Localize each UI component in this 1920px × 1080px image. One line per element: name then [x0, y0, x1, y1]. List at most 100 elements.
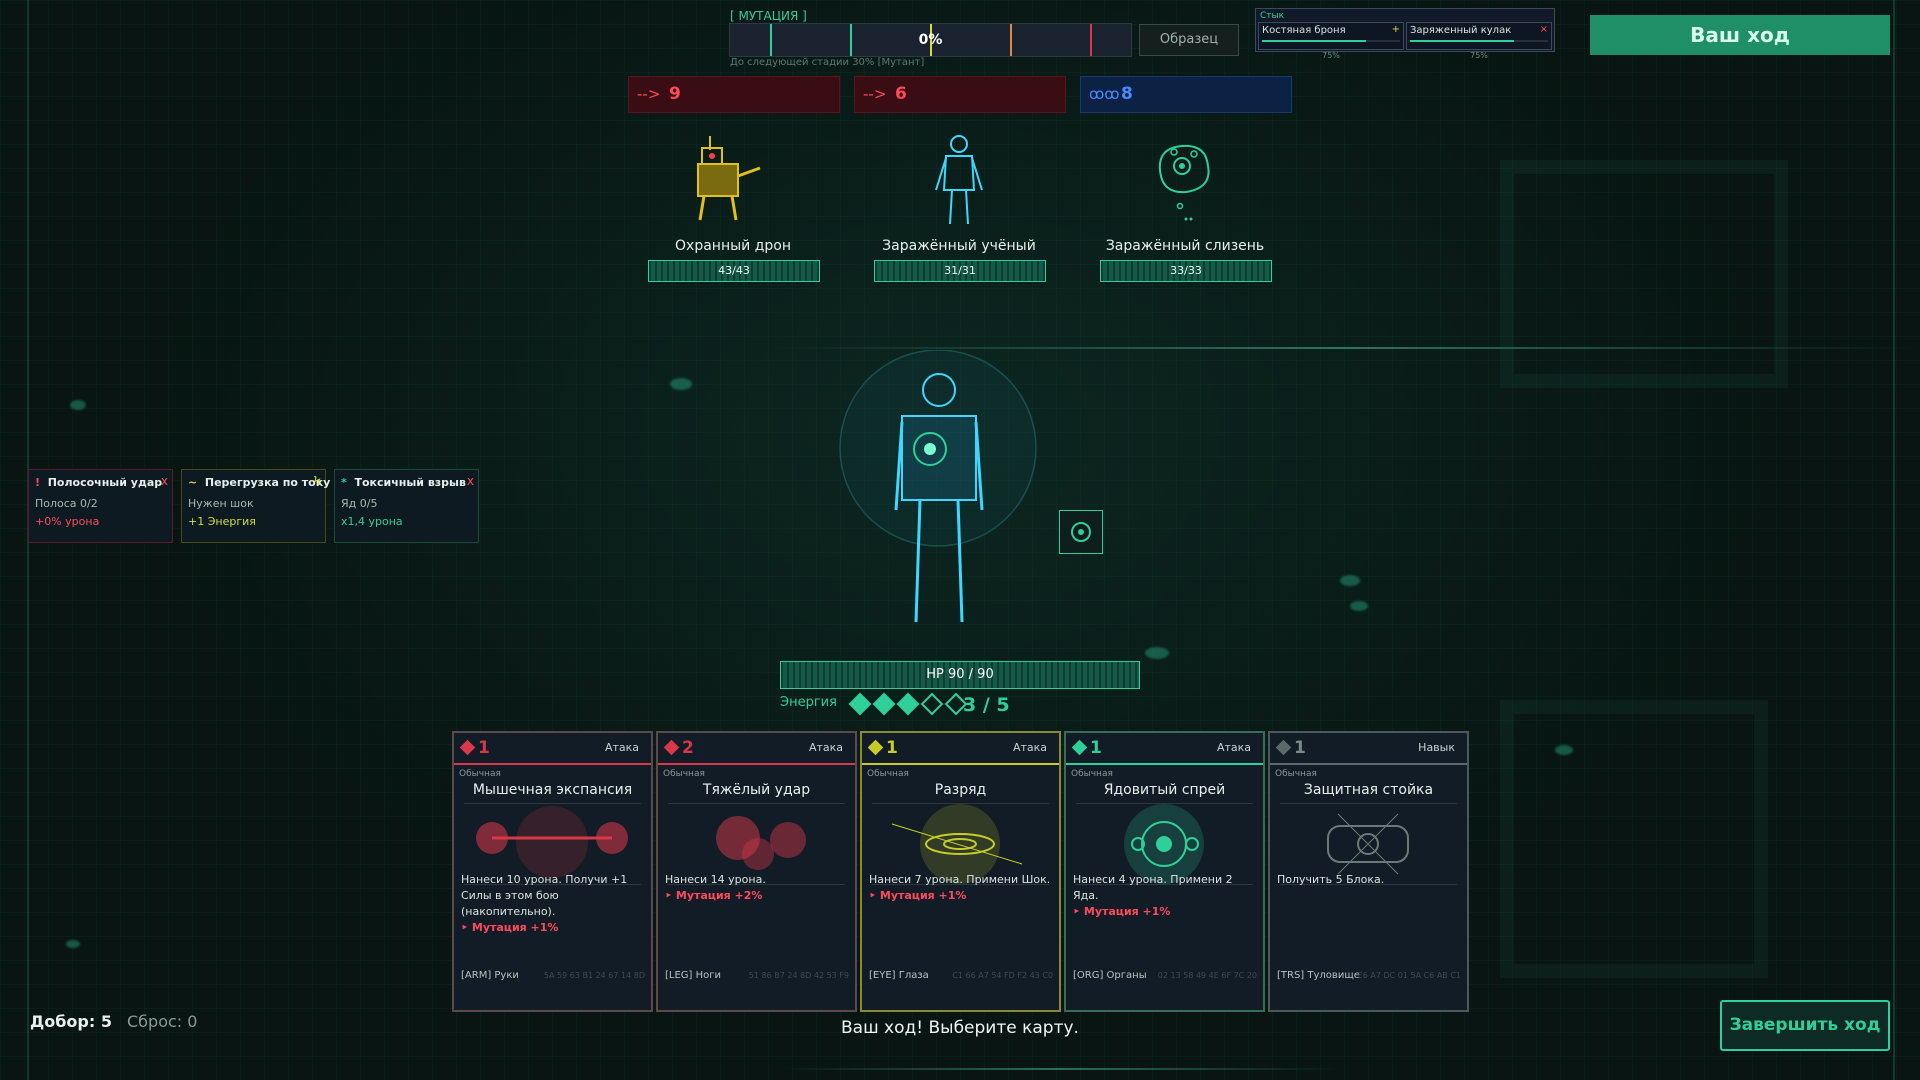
card-mutation-text: Мутация +1% — [1083, 905, 1171, 918]
enemy-name: Охранный дрон — [675, 238, 791, 254]
card-mutation: ‣ Мутация +1% — [1073, 905, 1171, 918]
card-discharge[interactable]: 1 Атака Обычная Разряд Нанеси 7 урона. П… — [860, 731, 1061, 1012]
card-poison-spray[interactable]: 1 Атака Обычная Ядовитый спрей Нанеси 4 … — [1064, 731, 1265, 1012]
energy-pip — [920, 692, 944, 716]
intent-value: 8 — [1121, 84, 1133, 104]
enemy-hp-text: 43/43 — [718, 264, 750, 277]
energy-pips — [848, 692, 972, 716]
joint-title: Стык — [1260, 11, 1285, 21]
combo-bonus: x1,4 урона — [341, 515, 403, 528]
card-name: Мышечная экспансия — [472, 782, 633, 798]
close-icon[interactable]: x — [161, 474, 168, 488]
card-description-text: Получить 5 Блока. — [1277, 873, 1385, 886]
mutation-next-stage: До следующей стадии 30% [Мутант] — [730, 57, 925, 68]
star-icon: * — [341, 476, 347, 489]
card-slot: [TRS] Туловище — [1277, 970, 1360, 981]
card-rarity: Обычная — [1275, 769, 1317, 779]
card-slot: [ARM] Руки — [461, 970, 519, 981]
combo-title: Токсичный взрыв — [354, 476, 466, 489]
combo-title-row: ! Полосочный удар — [35, 476, 162, 489]
spore — [66, 940, 80, 948]
energy-value: 3 / 5 — [963, 694, 1010, 716]
wave-icon: ~ — [188, 476, 198, 489]
card-cost: 1 — [1294, 738, 1306, 758]
joint-slot[interactable]: Заряженный кулак × 75% — [1406, 22, 1552, 60]
spore — [1340, 575, 1360, 586]
joint-slot-bar — [1262, 40, 1400, 42]
enemy-hp-bar: 33/33 — [1100, 260, 1272, 282]
card-slot: [ORG] Органы — [1073, 970, 1147, 981]
combo-progress: Нужен шок — [188, 497, 254, 510]
enemy-security-drone[interactable]: Охранный дрон 43/43 — [648, 130, 820, 282]
card-code: 5A 59 63 B1 24 67 14 8D — [543, 971, 645, 980]
card-description-text: Нанеси 10 урона. Получи +1 Силы в этом б… — [461, 873, 628, 918]
joint-slot-percent: 75% — [1322, 51, 1340, 60]
module-icon[interactable] — [1059, 510, 1103, 554]
combo-bonus: +1 Энергия — [188, 515, 256, 528]
card-description: Нанеси 14 урона. ‣ Мутация +2% — [665, 872, 848, 904]
joint-panel: Стык Костяная броня + 75% Заряженный кул… — [1255, 8, 1555, 60]
deco-frame — [1500, 700, 1768, 978]
energy-label: Энергия — [780, 695, 837, 710]
frame-line-right — [1893, 0, 1895, 1080]
card-name: Ядовитый спрей — [1103, 782, 1226, 798]
card-name: Разряд — [934, 782, 987, 798]
cost-gem-icon — [663, 739, 680, 756]
sample-button[interactable]: Образец — [1139, 24, 1239, 56]
joint-slot-fill — [1410, 40, 1514, 42]
joint-slot-name: Костяная броня — [1262, 25, 1346, 36]
close-icon[interactable]: x — [467, 474, 474, 488]
combo-toxic-blast[interactable]: * Токсичный взрыв x Яд 0/5 x1,4 урона — [334, 469, 479, 543]
exclamation-icon: ! — [35, 476, 41, 489]
card-cost: 2 — [682, 738, 694, 758]
card-type: Атака — [808, 741, 843, 754]
combo-progress: Полоса 0/2 — [35, 497, 98, 510]
joint-slot-fill — [1262, 40, 1366, 42]
card-code: E6 A7 DC 01 5A C6 AB C1 — [1357, 971, 1461, 980]
enemy-name: Заражённый учёный — [882, 238, 1036, 254]
card-mutation: ‣ Мутация +2% — [665, 889, 763, 902]
card-type: Атака — [1012, 741, 1047, 754]
enemy-infected-scientist[interactable]: Заражённый учёный 31/31 — [874, 130, 1046, 282]
combo-stripe-strike[interactable]: ! Полосочный удар x Полоса 0/2 +0% урона — [28, 469, 173, 543]
spore — [1350, 601, 1368, 611]
turn-banner: Ваш ход — [1590, 15, 1890, 55]
bubbles-icon: ꝏꝏ — [1089, 85, 1120, 103]
card-heavy-blow[interactable]: 2 Атака Обычная Тяжёлый удар Нанеси 14 у… — [656, 731, 857, 1012]
security-drone-icon — [697, 136, 761, 221]
enemy-hp-text: 31/31 — [944, 264, 976, 277]
attack-arrow-icon: --> — [863, 85, 887, 103]
card-rarity: Обычная — [867, 769, 909, 779]
card-slot: [EYE] Глаза — [869, 970, 929, 981]
card-rarity: Обычная — [459, 769, 501, 779]
card-name: Тяжёлый удар — [702, 782, 811, 798]
card-description: Нанеси 4 урона. Примени 2 Яда. ‣ Мутация… — [1073, 872, 1256, 920]
cost-gem-icon — [1275, 739, 1292, 756]
card-mutation: ‣ Мутация +1% — [869, 889, 967, 902]
enemy-infected-slime[interactable]: Заражённый слизень 33/33 — [1100, 130, 1272, 282]
end-turn-button[interactable]: Завершить ход — [1720, 1000, 1890, 1051]
card-muscle-expansion[interactable]: 1 Атака Обычная Мышечная экспансия Нанес… — [452, 731, 653, 1012]
card-description: Получить 5 Блока. — [1277, 872, 1460, 888]
combo-title: Полосочный удар — [47, 476, 163, 489]
enemy-hp-text: 33/33 — [1170, 264, 1202, 277]
spore — [70, 400, 86, 410]
card-description-text: Нанеси 14 урона. — [665, 873, 766, 886]
intent-attack: --> 9 — [628, 76, 840, 113]
card-code: C1 66 A7 54 FD F2 43 C0 — [952, 971, 1053, 980]
card-cost: 1 — [1090, 738, 1102, 758]
intent-attack: --> 6 — [854, 76, 1066, 113]
card-cost: 1 — [478, 738, 490, 758]
joint-slot[interactable]: Костяная броня + 75% — [1258, 22, 1404, 60]
spore — [1145, 647, 1169, 659]
combo-current-overload[interactable]: ~ Перегрузка по току Ϟ Нужен шок +1 Энер… — [181, 469, 330, 543]
card-mutation-text: Мутация +1% — [471, 921, 559, 934]
energy-pip — [896, 692, 920, 716]
intent-debuff: ꝏꝏ 8 — [1080, 76, 1292, 113]
card-description-text: Нанеси 4 урона. Примени 2 Яда. — [1073, 873, 1233, 902]
cost-gem-icon — [867, 739, 884, 756]
lightning-icon: Ϟ — [313, 474, 321, 488]
card-description: Нанеси 10 урона. Получи +1 Силы в этом б… — [461, 872, 644, 936]
card-description-text: Нанеси 7 урона. Примени Шок. — [869, 873, 1051, 886]
card-defensive-stance[interactable]: 1 Навык Обычная Защитная стойка Получить… — [1268, 731, 1469, 1012]
